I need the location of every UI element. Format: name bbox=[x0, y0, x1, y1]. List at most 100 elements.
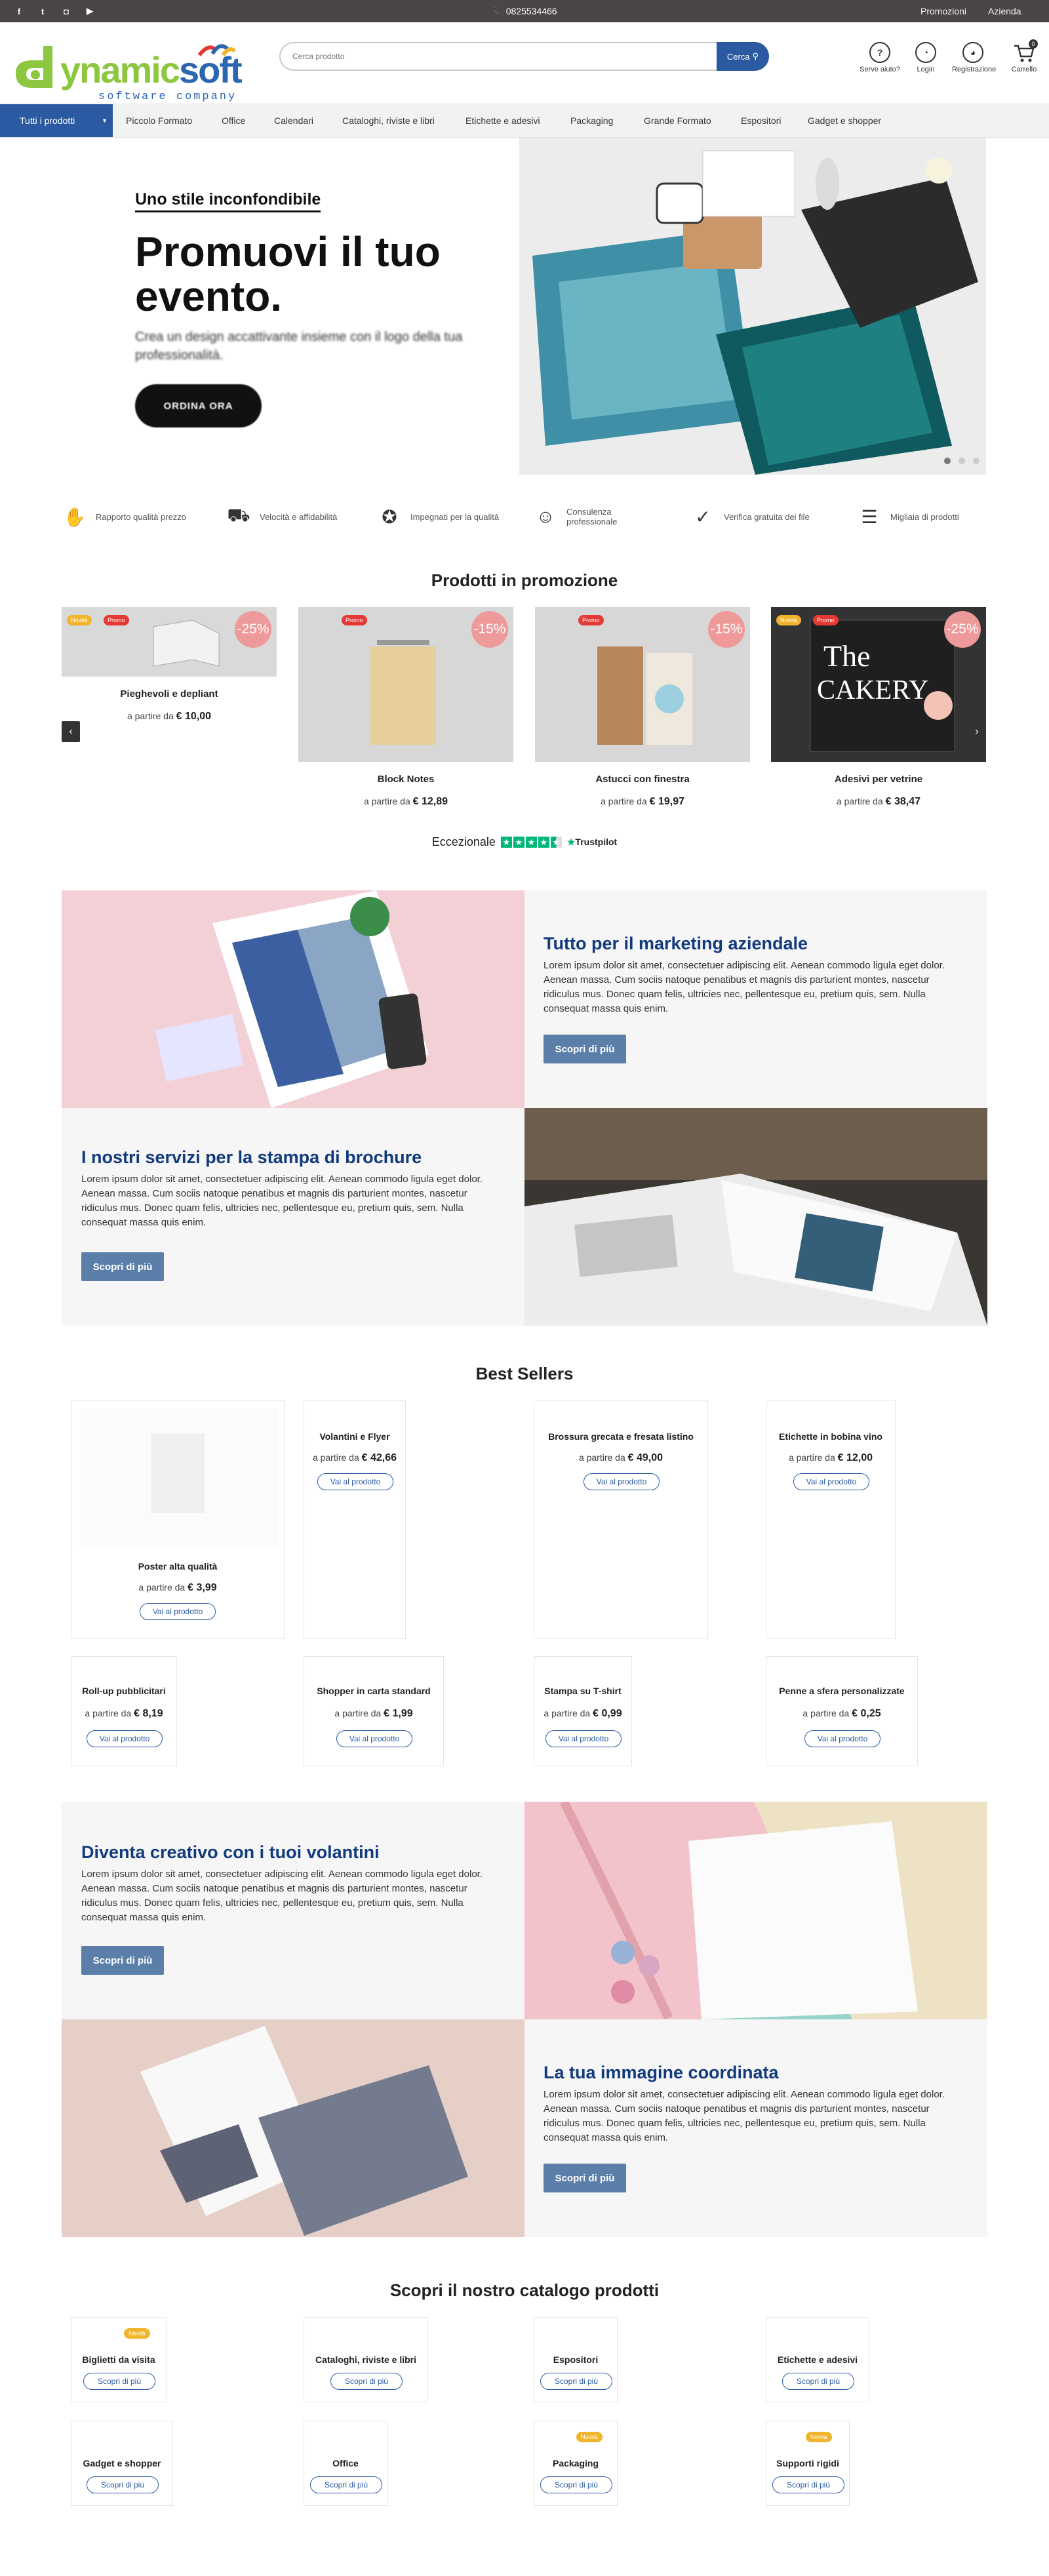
vai-al-prodotto-button[interactable]: Vai al prodotto bbox=[87, 1730, 163, 1747]
product-price: a partire da € 42,66 bbox=[312, 1452, 397, 1463]
product-name: Roll-up pubblicitari bbox=[82, 1686, 166, 1696]
nav-item-packaging[interactable]: Packaging bbox=[570, 104, 613, 137]
nav-item-office[interactable]: Office bbox=[222, 104, 245, 137]
catalog-card[interactable]: Espositori Scopri di più bbox=[534, 2317, 618, 2402]
badge-promo: Promo bbox=[813, 615, 839, 625]
promo-product-name[interactable]: Adesivi per vetrine bbox=[771, 774, 986, 785]
header: ynamicsoft software company Cerca⚲ ?Serv… bbox=[0, 22, 1049, 104]
scopri-button[interactable]: Scopri di più bbox=[83, 2373, 155, 2390]
scopri-button[interactable]: Scopri di più bbox=[330, 2373, 403, 2390]
vai-al-prodotto-button[interactable]: Vai al prodotto bbox=[336, 1730, 412, 1747]
catalog-card[interactable]: Novità Supporti rigidi Scopri di più bbox=[766, 2421, 850, 2506]
promozioni-link[interactable]: Promozioni bbox=[920, 0, 966, 22]
chevron-left-icon: ‹ bbox=[69, 726, 73, 737]
search-button[interactable]: Cerca ⚲ bbox=[717, 42, 769, 71]
volantini-block: Diventa creativo con i tuoi volantini Lo… bbox=[62, 1802, 987, 2019]
block-title: I nostri servizi per la stampa di brochu… bbox=[81, 1147, 422, 1167]
login-button[interactable]: ◔ Login bbox=[905, 42, 947, 73]
promo-card-image[interactable]: Novità Promo -25% bbox=[62, 607, 277, 677]
immagine-coordinata-block: La tua immagine coordinata Lorem ipsum d… bbox=[62, 2019, 987, 2237]
cart-button[interactable]: 0 Carrello bbox=[1003, 39, 1045, 73]
register-button[interactable]: ◕ Registrazione bbox=[952, 42, 996, 73]
logo-tagline: software company bbox=[98, 90, 237, 103]
nav-item-espositori[interactable]: Espositori bbox=[741, 104, 781, 137]
volantini-image bbox=[524, 1802, 987, 2019]
promo-card-image[interactable]: Promo -15% bbox=[535, 607, 750, 762]
badge-novita: Novità bbox=[806, 2432, 832, 2442]
bestseller-card[interactable]: Poster alta qualità a partire da € 3,99 … bbox=[71, 1400, 285, 1639]
vai-al-prodotto-button[interactable]: Vai al prodotto bbox=[584, 1473, 660, 1490]
star-icon: ★ bbox=[513, 837, 524, 848]
trustpilot-star-icon: ★ bbox=[566, 837, 576, 847]
feature-item: ☺ Consulenza professionale bbox=[532, 497, 632, 536]
promo-product-name[interactable]: Block Notes bbox=[298, 774, 513, 785]
promo-product-name[interactable]: Astucci con finestra bbox=[535, 774, 750, 785]
nav-item-piccolo-formato[interactable]: Piccolo Formato bbox=[126, 104, 192, 137]
feature-item: ✋ Rapporto qualità prezzo bbox=[62, 497, 186, 536]
scopri-button[interactable]: Scopri di più bbox=[772, 2476, 844, 2493]
bestseller-card[interactable]: Etichette in bobina vino a partire da € … bbox=[766, 1400, 896, 1639]
promo-product-price: a partire da € 10,00 bbox=[127, 711, 212, 722]
phone-number[interactable]: 📞 0825534466 bbox=[0, 0, 1049, 22]
hero-order-button[interactable]: ORDINA ORA bbox=[135, 384, 262, 427]
feature-item: ✪ Impegnati per la qualità bbox=[376, 497, 499, 536]
azienda-link[interactable]: Azienda bbox=[988, 0, 1021, 22]
vai-al-prodotto-button[interactable]: Vai al prodotto bbox=[317, 1473, 393, 1490]
carousel-next-button[interactable]: › bbox=[968, 721, 986, 742]
scopri-button[interactable]: Scopri di più bbox=[544, 1035, 626, 1063]
feature-item: ✓ Verifica gratuita dei file bbox=[690, 497, 810, 536]
scopri-button[interactable]: Scopri di più bbox=[310, 2476, 382, 2493]
search-input[interactable] bbox=[279, 42, 718, 71]
vai-al-prodotto-button[interactable]: Vai al prodotto bbox=[804, 1730, 881, 1747]
bestseller-card[interactable]: Volantini e Flyer a partire da € 42,66 V… bbox=[304, 1400, 406, 1639]
catalog-card[interactable]: Gadget e shopper Scopri di più bbox=[71, 2421, 173, 2506]
slider-dot[interactable] bbox=[944, 458, 951, 464]
scopri-button[interactable]: Scopri di più bbox=[540, 2476, 612, 2493]
nav-item-cataloghi[interactable]: Cataloghi, riviste e libri bbox=[342, 104, 435, 137]
badge-novita: Novità bbox=[776, 615, 801, 625]
caret-down-icon: ▼ bbox=[102, 117, 108, 124]
catalog-card[interactable]: Cataloghi, riviste e libri Scopri di più bbox=[304, 2317, 428, 2402]
vai-al-prodotto-button[interactable]: Vai al prodotto bbox=[793, 1473, 869, 1490]
bestseller-card[interactable]: Penne a sfera personalizzate a partire d… bbox=[766, 1656, 918, 1766]
scopri-button[interactable]: Scopri di più bbox=[81, 1946, 164, 1975]
promo-card-image[interactable]: The CAKERY Novità Promo -25% bbox=[771, 607, 986, 762]
slider-dot[interactable] bbox=[973, 458, 980, 464]
scopri-button[interactable]: Scopri di più bbox=[81, 1252, 164, 1281]
category-name: Espositori bbox=[553, 2354, 599, 2365]
trustpilot-widget[interactable]: Eccezionale ★ ★ ★ ★ ★ ★Trustpilot bbox=[0, 835, 1049, 849]
scopri-button[interactable]: Scopri di più bbox=[87, 2476, 159, 2493]
search-icon: ⚲ bbox=[752, 51, 759, 61]
hero-copy: Uno stile inconfondibile Promuovi il tuo… bbox=[0, 138, 519, 475]
nav-item-grande-formato[interactable]: Grande Formato bbox=[644, 104, 711, 137]
vai-al-prodotto-button[interactable]: Vai al prodotto bbox=[140, 1603, 216, 1620]
product-price: a partire da € 8,19 bbox=[85, 1708, 163, 1719]
catalog-card[interactable]: Etichette e adesivi Scopri di più bbox=[766, 2317, 869, 2402]
nav-item-calendari[interactable]: Calendari bbox=[274, 104, 313, 137]
bestseller-card[interactable]: Stampa su T-shirt a partire da € 0,99 Va… bbox=[534, 1656, 632, 1766]
slider-dot[interactable] bbox=[959, 458, 965, 464]
product-price: a partire da € 1,99 bbox=[334, 1708, 413, 1719]
bestseller-card[interactable]: Roll-up pubblicitari a partire da € 8,19… bbox=[71, 1656, 177, 1766]
catalog-card[interactable]: Novità Biglietti da visita Scopri di più bbox=[71, 2317, 167, 2402]
catalog-title: Scopri il nostro catalogo prodotti bbox=[389, 2280, 660, 2300]
feature-item: ☰ Migliaia di prodotti bbox=[856, 497, 959, 536]
nav-item-gadget[interactable]: Gadget e shopper bbox=[808, 104, 881, 137]
block-title: La tua immagine coordinata bbox=[544, 2063, 779, 2082]
carousel-prev-button[interactable]: ‹ bbox=[62, 721, 80, 742]
bestseller-card[interactable]: Shopper in carta standard a partire da €… bbox=[304, 1656, 444, 1766]
help-button[interactable]: ? Serve aiuto? bbox=[859, 42, 901, 73]
catalog-card[interactable]: Office Scopri di più bbox=[304, 2421, 387, 2506]
nav-item-etichette[interactable]: Etichette e adesivi bbox=[465, 104, 540, 137]
scopri-button[interactable]: Scopri di più bbox=[782, 2373, 854, 2390]
logo-mark bbox=[16, 46, 52, 88]
vai-al-prodotto-button[interactable]: Vai al prodotto bbox=[545, 1730, 622, 1747]
scopri-button[interactable]: Scopri di più bbox=[540, 2373, 612, 2390]
promo-card-image[interactable]: Promo -15% bbox=[298, 607, 513, 762]
all-products-dropdown[interactable]: Tutti i prodotti ▼ bbox=[0, 104, 113, 137]
cart-icon: 0 bbox=[1013, 39, 1038, 64]
scopri-button[interactable]: Scopri di più bbox=[544, 2164, 626, 2192]
promo-product-name[interactable]: Pieghevoli e depliant bbox=[62, 688, 277, 700]
bestseller-card[interactable]: Brossura grecata e fresata listino a par… bbox=[534, 1400, 708, 1639]
catalog-card[interactable]: Novità Packaging Scopri di più bbox=[534, 2421, 618, 2506]
